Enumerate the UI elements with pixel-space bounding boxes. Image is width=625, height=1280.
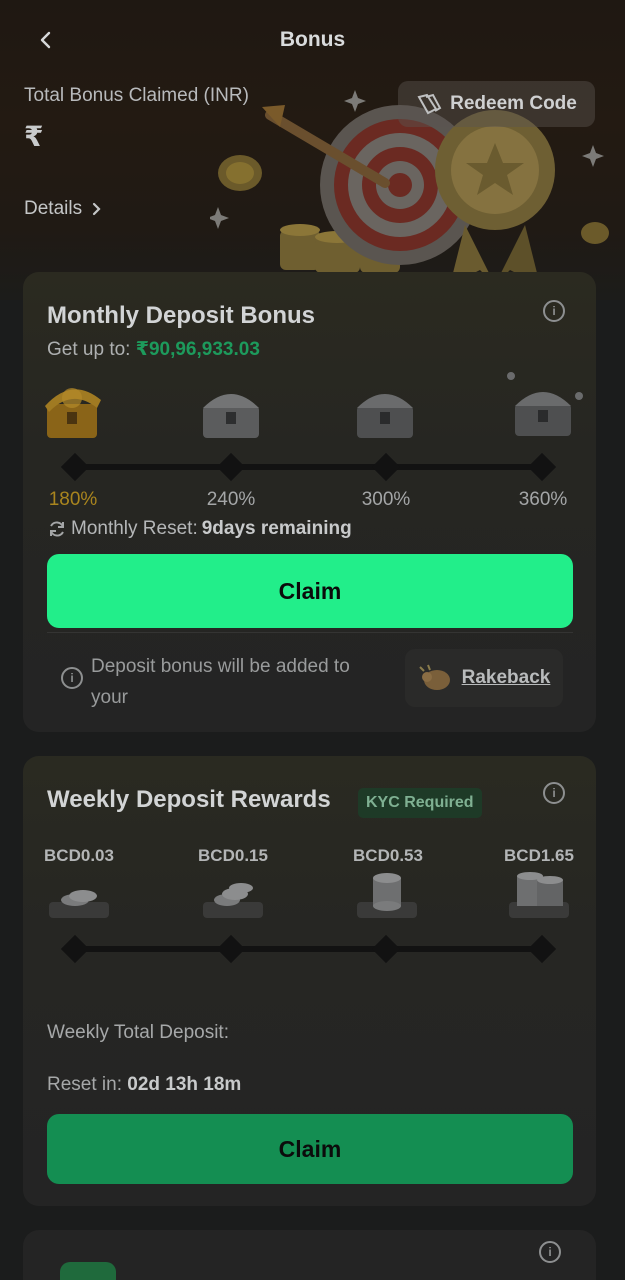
info-icon[interactable]: i (543, 782, 565, 804)
getup-amount: ₹90,96,933.03 (135, 339, 260, 360)
notice-text: Deposit bonus will be added to your (91, 656, 350, 708)
details-label: Details (24, 198, 83, 219)
info-icon: i (61, 667, 83, 689)
silver-chest-icon (203, 394, 259, 438)
tier-reward: BCD1.65 (504, 846, 574, 865)
monthly-reset-line: Monthly Reset: 9days remaining (47, 518, 352, 540)
weekly-total-label: Weekly Total Deposit: (47, 1022, 229, 1043)
info-icon[interactable]: i (539, 1241, 561, 1263)
coin-stack-icon (357, 873, 417, 918)
tier-marker (527, 934, 557, 964)
tag-icon (417, 93, 442, 115)
redeem-code-label: Redeem Code (450, 93, 577, 114)
tier-percent: 240% (206, 489, 256, 510)
monthly-title: Monthly Deposit Bonus (47, 302, 315, 329)
coin-icon (49, 890, 109, 918)
monthly-claim-button[interactable]: Claim (47, 554, 573, 628)
monthly-progress-track (75, 464, 545, 470)
page-title: Bonus (279, 28, 346, 51)
coin-stack-icon (509, 872, 569, 918)
getup-label: Get up to: (47, 339, 131, 360)
refresh-icon (50, 521, 64, 537)
tier-marker (60, 934, 90, 964)
monthly-deposit-card: Monthly Deposit Bonus i Get up to: ₹90,9… (23, 272, 596, 732)
total-bonus-label: Total Bonus Claimed (INR) (24, 85, 249, 106)
tier-percent: 300% (361, 489, 411, 510)
tier-reward: BCD0.53 (353, 846, 423, 865)
card-icon (60, 1262, 116, 1280)
piggy-bank-icon (418, 664, 450, 690)
tier-marker (371, 934, 401, 964)
tier-marker (527, 452, 557, 482)
kyc-required-badge: KYC Required (358, 788, 482, 818)
getup-text: Get up to: ₹90,96,933.03 (47, 338, 260, 361)
silver-chest-icon (357, 394, 413, 438)
reset-label: Reset in: (47, 1074, 122, 1095)
tier-reward: BCD0.03 (44, 846, 114, 865)
top-header: Bonus (0, 0, 625, 80)
tier-marker (216, 934, 246, 964)
redeem-code-button[interactable]: Redeem Code (398, 81, 595, 127)
deposit-notice: i Deposit bonus will be added to your Ra… (47, 632, 573, 708)
tier-reward: BCD0.15 (198, 846, 268, 865)
weekly-deposit-card: Weekly Deposit Rewards KYC Required i BC… (23, 756, 596, 1206)
details-link[interactable]: Details (24, 198, 102, 220)
info-icon[interactable]: i (543, 300, 565, 322)
reset-value: 9days remaining (201, 518, 352, 539)
tier-percent: 180% (48, 489, 98, 510)
weekly-title: Weekly Deposit Rewards (47, 786, 331, 813)
tier-percent: 360% (518, 489, 568, 510)
tier-marker (60, 452, 90, 482)
weekly-progress-track (75, 946, 545, 952)
gold-chest-icon (45, 388, 101, 438)
reset-label: Monthly Reset: (71, 518, 198, 539)
weekly-reset-line: Reset in: 02d 13h 18m (47, 1074, 241, 1096)
next-bonus-card: i (23, 1230, 596, 1280)
rakeback-link[interactable]: Rakeback (405, 649, 563, 707)
silver-chest-icon (507, 372, 583, 436)
tier-marker (371, 452, 401, 482)
weekly-claim-button[interactable]: Claim (47, 1114, 573, 1184)
coin-stack-icon (203, 883, 263, 918)
total-bonus-value: ₹ (24, 121, 44, 152)
chevron-right-icon (92, 202, 101, 216)
reset-countdown: 02d 13h 18m (127, 1074, 242, 1095)
rakeback-label: Rakeback (461, 667, 551, 688)
tier-marker (216, 452, 246, 482)
